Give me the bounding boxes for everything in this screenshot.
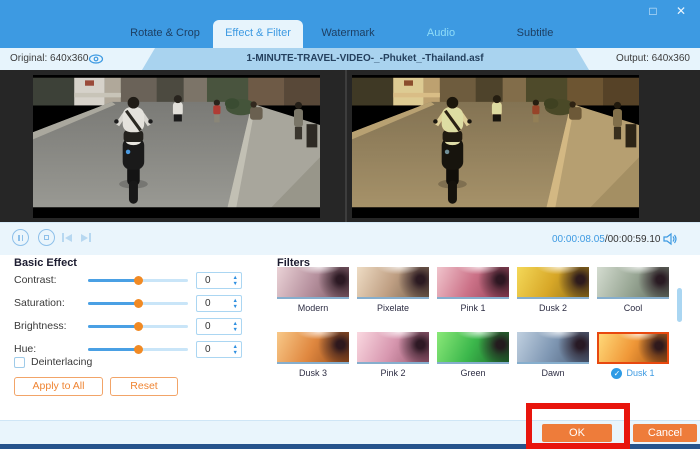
hue-spinbox[interactable]: 0 ▲▼ bbox=[196, 341, 242, 358]
previous-frame-button[interactable] bbox=[62, 233, 72, 242]
basic-effect-title: Basic Effect bbox=[14, 257, 77, 269]
filter-green[interactable]: ✓Green bbox=[437, 332, 509, 379]
spin-down-icon[interactable]: ▼ bbox=[233, 327, 238, 333]
tab-watermark[interactable]: Watermark bbox=[303, 18, 393, 48]
filter-dusk-2[interactable]: ✓Dusk 2 bbox=[517, 267, 589, 314]
previous-icon bbox=[65, 234, 72, 242]
spin-down-icon[interactable]: ▼ bbox=[233, 304, 238, 310]
next-icon bbox=[81, 234, 88, 242]
check-icon: ✓ bbox=[611, 368, 622, 379]
preview-area bbox=[0, 70, 700, 222]
hue-slider-thumb[interactable] bbox=[134, 345, 143, 354]
next-frame-button[interactable] bbox=[81, 233, 91, 242]
brightness-slider[interactable] bbox=[88, 322, 188, 331]
apply-to-all-button[interactable]: Apply to All bbox=[14, 377, 103, 396]
filter-thumbnail[interactable] bbox=[437, 267, 509, 299]
saturation-value: 0 bbox=[205, 296, 211, 311]
output-resolution-label: Output: 640x360 bbox=[576, 48, 700, 70]
title-bar: □ ✕ Rotate & Crop Effect & Filter Waterm… bbox=[0, 0, 700, 48]
maximize-button[interactable]: □ bbox=[642, 3, 664, 19]
filter-pink-2[interactable]: ✓Pink 2 bbox=[357, 332, 429, 379]
saturation-label: Saturation: bbox=[14, 295, 65, 312]
filter-modern[interactable]: ✓Modern bbox=[277, 267, 349, 314]
filter-dawn[interactable]: ✓Dawn bbox=[517, 332, 589, 379]
saturation-slider[interactable] bbox=[88, 299, 188, 308]
filter-thumbnail[interactable] bbox=[517, 267, 589, 299]
bottom-strip bbox=[0, 444, 700, 449]
filter-pink-1[interactable]: ✓Pink 1 bbox=[437, 267, 509, 314]
filters-section: Filters ✓Modern ✓Pixelate ✓Pink 1 ✓Dusk … bbox=[277, 255, 677, 420]
brightness-row: Brightness: 0 ▲▼ bbox=[0, 318, 270, 335]
brightness-slider-thumb[interactable] bbox=[134, 322, 143, 331]
preview-divider bbox=[345, 70, 347, 222]
original-video-frame bbox=[33, 75, 320, 218]
filters-grid: ✓Modern ✓Pixelate ✓Pink 1 ✓Dusk 2 ✓Cool … bbox=[277, 267, 669, 379]
footer-bar: OK Cancel bbox=[0, 420, 700, 444]
spin-down-icon[interactable]: ▼ bbox=[233, 350, 238, 356]
filter-pixelate[interactable]: ✓Pixelate bbox=[357, 267, 429, 314]
spin-down-icon[interactable]: ▼ bbox=[233, 281, 238, 287]
saturation-row: Saturation: 0 ▲▼ bbox=[0, 295, 270, 312]
hue-value: 0 bbox=[205, 342, 211, 357]
time-display: 00:00:08.05/00:00:59.10 bbox=[552, 223, 660, 256]
filter-dusk-3[interactable]: ✓Dusk 3 bbox=[277, 332, 349, 379]
tab-effect-filter[interactable]: Effect & Filter bbox=[213, 20, 303, 48]
tab-rotate-crop[interactable]: Rotate & Crop bbox=[110, 18, 220, 48]
video-filename: 1-MINUTE-TRAVEL-VIDEO-_-Phuket_-Thailand… bbox=[160, 48, 570, 70]
reset-button[interactable]: Reset bbox=[110, 377, 178, 396]
pause-icon bbox=[18, 235, 23, 241]
total-time: 00:00:59.10 bbox=[608, 234, 661, 245]
contrast-slider-thumb[interactable] bbox=[134, 276, 143, 285]
stop-button[interactable] bbox=[38, 229, 55, 246]
tab-audio[interactable]: Audio bbox=[396, 18, 486, 48]
cancel-button[interactable]: Cancel bbox=[633, 424, 697, 442]
deinterlacing-label: Deinterlacing bbox=[31, 356, 92, 368]
playback-bar: 00:00:08.05/00:00:59.10 bbox=[0, 222, 700, 255]
filter-thumbnail[interactable] bbox=[277, 332, 349, 364]
filtered-video-frame bbox=[352, 75, 639, 218]
contrast-row: Contrast: 0 ▲▼ bbox=[0, 272, 270, 289]
filter-thumbnail[interactable] bbox=[357, 267, 429, 299]
window-controls: □ ✕ bbox=[642, 3, 692, 19]
contrast-label: Contrast: bbox=[14, 272, 57, 289]
original-resolution-label: Original: 640x360 bbox=[0, 48, 155, 70]
hue-slider[interactable] bbox=[88, 345, 188, 354]
preview-eye-icon[interactable] bbox=[88, 52, 104, 66]
brightness-value: 0 bbox=[205, 319, 211, 334]
filter-thumbnail[interactable] bbox=[597, 332, 669, 364]
info-bar: Original: 640x360 1-MINUTE-TRAVEL-VIDEO-… bbox=[0, 48, 700, 70]
filter-thumbnail[interactable] bbox=[437, 332, 509, 364]
filter-thumbnail[interactable] bbox=[517, 332, 589, 364]
contrast-spinbox[interactable]: 0 ▲▼ bbox=[196, 272, 242, 289]
saturation-slider-thumb[interactable] bbox=[134, 299, 143, 308]
pause-button[interactable] bbox=[12, 229, 29, 246]
contrast-slider[interactable] bbox=[88, 276, 188, 285]
filter-cool[interactable]: ✓Cool bbox=[597, 267, 669, 314]
tab-subtitle[interactable]: Subtitle bbox=[490, 18, 580, 48]
controls-panel: Basic Effect Contrast: 0 ▲▼ Saturation: … bbox=[0, 255, 700, 420]
effect-filter-dialog: □ ✕ Rotate & Crop Effect & Filter Waterm… bbox=[0, 0, 700, 449]
close-button[interactable]: ✕ bbox=[670, 3, 692, 19]
filter-thumbnail[interactable] bbox=[357, 332, 429, 364]
volume-icon[interactable] bbox=[663, 232, 678, 251]
filter-thumbnail[interactable] bbox=[597, 267, 669, 299]
filter-thumbnail[interactable] bbox=[277, 267, 349, 299]
filter-dusk-1[interactable]: ✓Dusk 1 bbox=[597, 332, 669, 379]
ok-button[interactable]: OK bbox=[542, 424, 612, 442]
filters-scrollbar[interactable] bbox=[677, 288, 682, 322]
saturation-spinbox[interactable]: 0 ▲▼ bbox=[196, 295, 242, 312]
brightness-label: Brightness: bbox=[14, 318, 67, 335]
current-time: 00:00:08.05 bbox=[552, 234, 605, 245]
stop-icon bbox=[44, 235, 49, 240]
deinterlacing-checkbox[interactable] bbox=[14, 357, 25, 368]
contrast-value: 0 bbox=[205, 273, 211, 288]
brightness-spinbox[interactable]: 0 ▲▼ bbox=[196, 318, 242, 335]
deinterlacing-row: Deinterlacing bbox=[14, 356, 92, 368]
